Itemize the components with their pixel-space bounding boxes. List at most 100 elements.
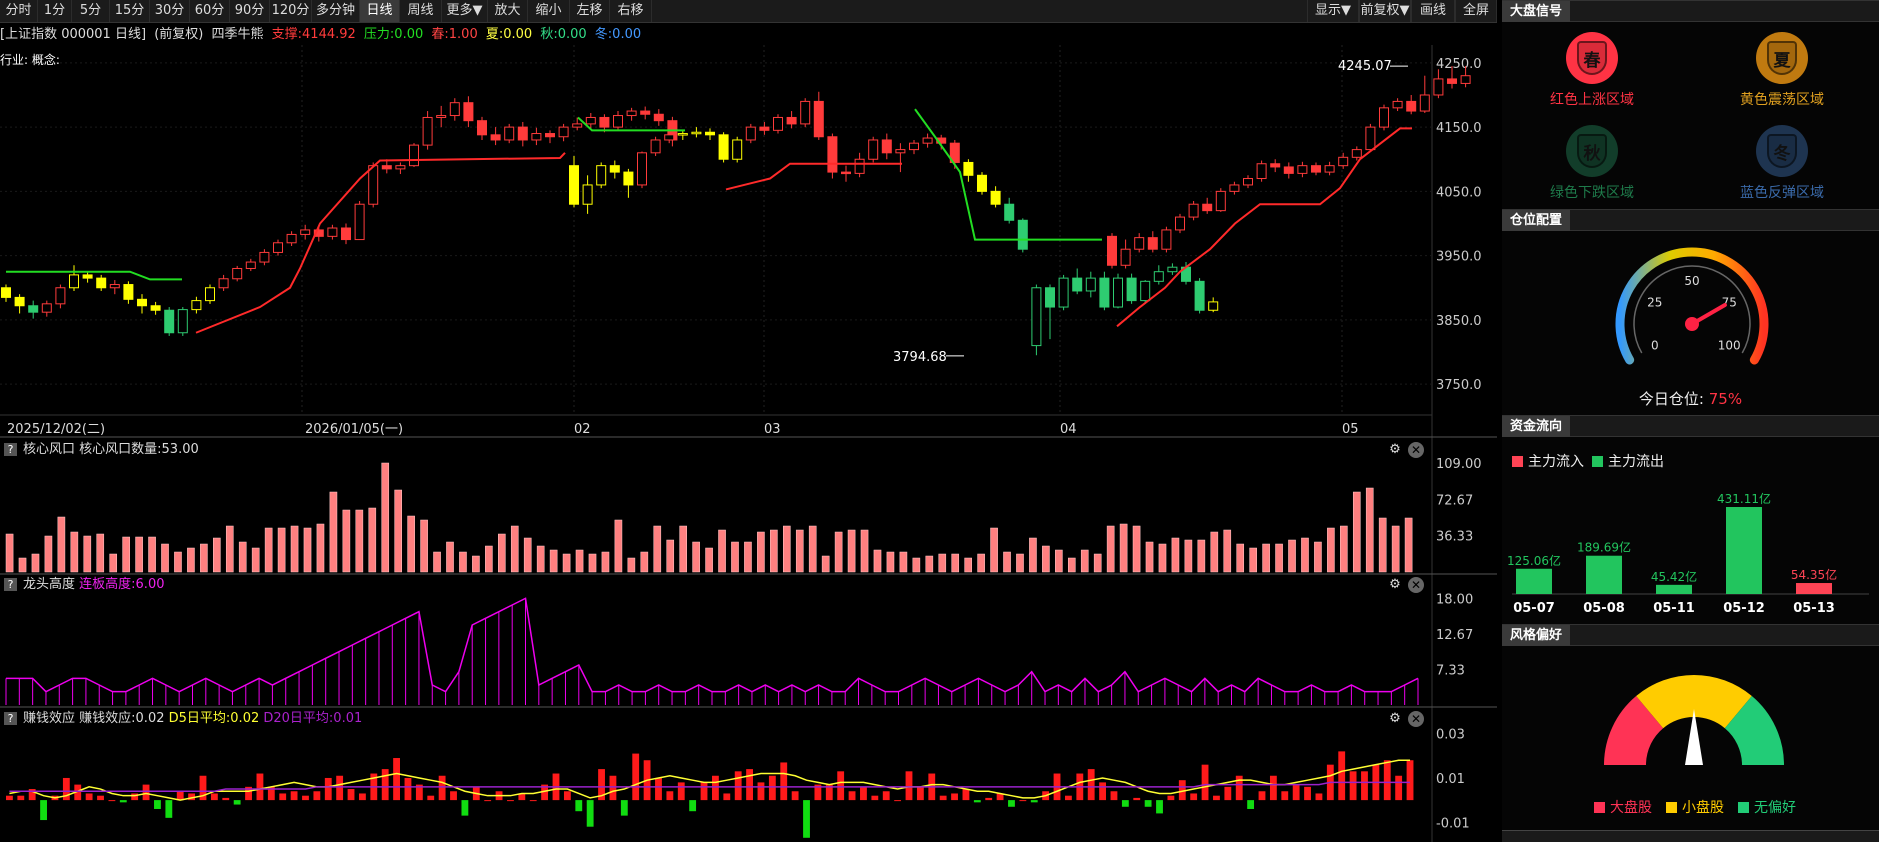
toolbar-btn-0[interactable]: 分时	[0, 0, 38, 22]
toolbar-btn-14[interactable]: 左移	[570, 0, 610, 22]
close-icon[interactable]: ✕	[1408, 442, 1424, 458]
core-count-bar	[44, 535, 53, 573]
core-count-bar	[1119, 523, 1128, 573]
today-position-label: 今日仓位:	[1638, 390, 1704, 408]
help-icon[interactable]: ?	[4, 578, 17, 591]
money-effect-bar	[985, 797, 993, 801]
candle-body	[1283, 166, 1294, 174]
candle-body	[558, 126, 569, 138]
signal-2: 秋绿色下跌区域	[1502, 125, 1682, 202]
toolbar-btn-3[interactable]: 15分	[110, 0, 150, 22]
core-count-bar	[588, 553, 597, 573]
candle-body	[705, 131, 715, 136]
toolbar-btn-7[interactable]: 120分	[270, 0, 312, 22]
spring-value: 春:1.00	[431, 27, 478, 42]
toolbar-btn-5[interactable]: 60分	[190, 0, 230, 22]
money-effect-bar	[848, 791, 856, 801]
style-title: 风格偏好	[1502, 625, 1571, 646]
money-effect-bar	[620, 800, 628, 816]
help-icon[interactable]: ?	[4, 712, 17, 725]
money-effect-bar	[347, 789, 355, 801]
season-badge-icon: 春	[1566, 32, 1618, 84]
money-effect-bar	[1338, 751, 1346, 801]
candle-body	[1134, 237, 1145, 250]
money-effect-bar	[165, 800, 173, 818]
core-count-bar	[1262, 543, 1270, 573]
core-count-bar	[394, 489, 402, 573]
candle-body	[977, 174, 987, 192]
gauge-tick-label: 25	[1647, 296, 1662, 310]
close-icon[interactable]: ✕	[1408, 711, 1424, 727]
candle-body	[477, 120, 487, 136]
toolbar-right-btn-1[interactable]: 前复权▼	[1359, 0, 1411, 22]
toolbar-right-btn-0[interactable]: 显示▼	[1307, 0, 1359, 22]
support-line-3	[1116, 127, 1412, 328]
gauge-tick-label: 0	[1651, 339, 1659, 353]
core-count-bar	[122, 536, 130, 573]
money-effect-bar	[279, 793, 287, 801]
core-count-bar	[847, 529, 856, 573]
help-icon[interactable]: ?	[4, 443, 17, 456]
settings-icon[interactable]: ⚙	[1387, 442, 1403, 458]
toolbar-btn-2[interactable]: 5分	[72, 0, 110, 22]
money-effect-bar	[939, 795, 947, 801]
toolbar-btn-6[interactable]: 90分	[230, 0, 270, 22]
candle-body	[623, 171, 634, 186]
core-count-bar	[1352, 491, 1361, 573]
money-effect-bar	[882, 791, 890, 801]
candle-body	[1188, 203, 1199, 218]
money-effect-bar	[404, 777, 412, 801]
bottom-tabs[interactable]	[1502, 830, 1879, 842]
candle-body	[205, 287, 215, 302]
toolbar-btn-9[interactable]: 日线	[360, 0, 400, 22]
candle-body	[368, 165, 379, 205]
toolbar-btn-12[interactable]: 放大	[488, 0, 528, 22]
core-count-bar	[1042, 545, 1050, 573]
money-effect-bar	[507, 800, 514, 802]
money-effect-bar	[302, 795, 309, 801]
settings-icon[interactable]: ⚙	[1387, 711, 1403, 727]
core-count-bar	[251, 547, 260, 573]
app-window: { "toolbar": { "left": ["分时","1分","5分","…	[0, 0, 1879, 842]
core-count-bar	[264, 527, 273, 573]
toolbar-right-btn-2[interactable]: 画线	[1411, 0, 1455, 22]
core-count-bar	[1158, 543, 1167, 573]
toolbar-right-btn-3[interactable]: 全屏	[1455, 0, 1497, 22]
autumn-value: 秋:0.00	[540, 27, 587, 42]
money-effect-bar	[1008, 800, 1015, 807]
money-effect-bar	[757, 782, 765, 801]
core-count-bar	[472, 555, 480, 573]
candle-body	[1153, 271, 1164, 282]
close-icon[interactable]: ✕	[1408, 577, 1424, 593]
core-count-bar	[1067, 557, 1076, 573]
candle-body	[653, 113, 664, 122]
core-tick-label: 72.67	[1436, 493, 1473, 508]
candle-body	[1113, 277, 1123, 308]
money-effect-bar	[529, 800, 537, 802]
toolbar-btn-4[interactable]: 30分	[150, 0, 190, 22]
core-count-bar	[109, 553, 118, 573]
date-tick-label: 05	[1342, 422, 1359, 437]
money-effect-bar	[438, 775, 446, 801]
toolbar-btn-8[interactable]: 多分钟	[312, 0, 360, 22]
shield-icon: 秋	[1577, 134, 1607, 168]
toolbar-btn-11[interactable]: 更多▼	[442, 0, 488, 22]
core-count-bar	[808, 525, 817, 573]
money-effect-bar	[108, 800, 116, 802]
toolbar-btn-1[interactable]: 1分	[38, 0, 72, 22]
money-effect-bar	[1110, 791, 1118, 801]
core-count-bar	[1106, 525, 1115, 573]
core-count-bar	[225, 525, 234, 573]
money-effect-bar	[176, 791, 184, 801]
toolbar-btn-13[interactable]: 缩小	[528, 0, 570, 22]
core-count-bar	[744, 541, 752, 573]
candle-body	[1215, 190, 1226, 212]
candle-body	[650, 139, 661, 154]
candle-body	[1045, 287, 1055, 308]
money-effect-bar	[1213, 795, 1220, 801]
toolbar-btn-10[interactable]: 周线	[400, 0, 442, 22]
core-count-bar	[316, 523, 325, 573]
toolbar-btn-15[interactable]: 右移	[610, 0, 652, 22]
settings-icon[interactable]: ⚙	[1387, 577, 1403, 593]
money-effect-bar	[359, 793, 366, 801]
